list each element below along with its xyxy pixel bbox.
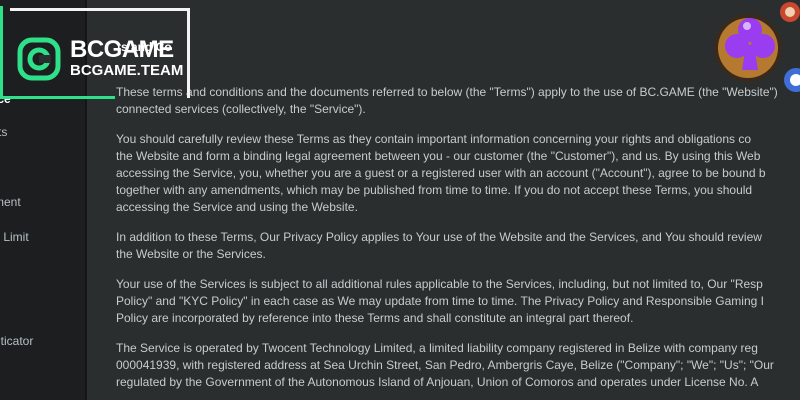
sidebar-item-sports[interactable]: rts <box>0 125 7 139</box>
logo-brand: BCGAME <box>70 36 174 63</box>
bcgame-logo-icon <box>17 37 61 81</box>
terms-paragraph: In addition to these Terms, Our Privacy … <box>116 229 800 263</box>
terms-paragraph: The Service is operated by Twocent Techn… <box>116 340 800 391</box>
text-line: In addition to these Terms, Our Privacy … <box>116 230 762 244</box>
terms-text: These terms and conditions and the docum… <box>116 84 800 400</box>
text-line: regulated by the Government of the Auton… <box>116 375 759 389</box>
text-line: together with any amendments, which may … <box>116 183 753 197</box>
text-line: The Service is operated by Twocent Techn… <box>116 341 758 355</box>
club-suit-icon <box>714 2 800 92</box>
text-line: These terms and conditions and the docum… <box>116 85 778 99</box>
text-line: the Website or the Services. <box>116 247 266 261</box>
text-line: the Website and form a binding legal agr… <box>116 149 761 163</box>
terms-paragraph: You should carefully review these Terms … <box>116 131 800 216</box>
terms-content: ts and Co These terms and conditions and… <box>87 0 800 400</box>
text-line: Policy" and "KYC Policy" in each case as… <box>116 294 764 308</box>
logo-frame-accent <box>0 6 3 98</box>
text-line: 000041939, with registered address at Se… <box>116 358 774 372</box>
text-line: Policy are incorporated by reference int… <box>116 311 634 325</box>
sidebar-item-authenticator[interactable]: nticator <box>0 334 33 348</box>
terms-paragraph: Your use of the Services is subject to a… <box>116 276 800 327</box>
logo-frame-accent <box>0 96 115 99</box>
text-line: connected services (collectively, the "S… <box>116 102 366 116</box>
text-line: accessing the Service and using the Webs… <box>116 200 358 214</box>
text-line: Your use of the Services is subject to a… <box>116 277 763 291</box>
text-line: You should carefully review these Terms … <box>116 132 752 146</box>
terms-paragraph: These terms and conditions and the docum… <box>116 84 800 118</box>
sidebar-item-payment[interactable]: ment <box>0 195 21 209</box>
logo-domain: BCGAME.TEAM <box>70 62 184 79</box>
text-line: accessing the Service, you, whether you … <box>116 166 766 180</box>
sidebar-item-responsibility-limit[interactable]: y Limit <box>0 230 29 244</box>
